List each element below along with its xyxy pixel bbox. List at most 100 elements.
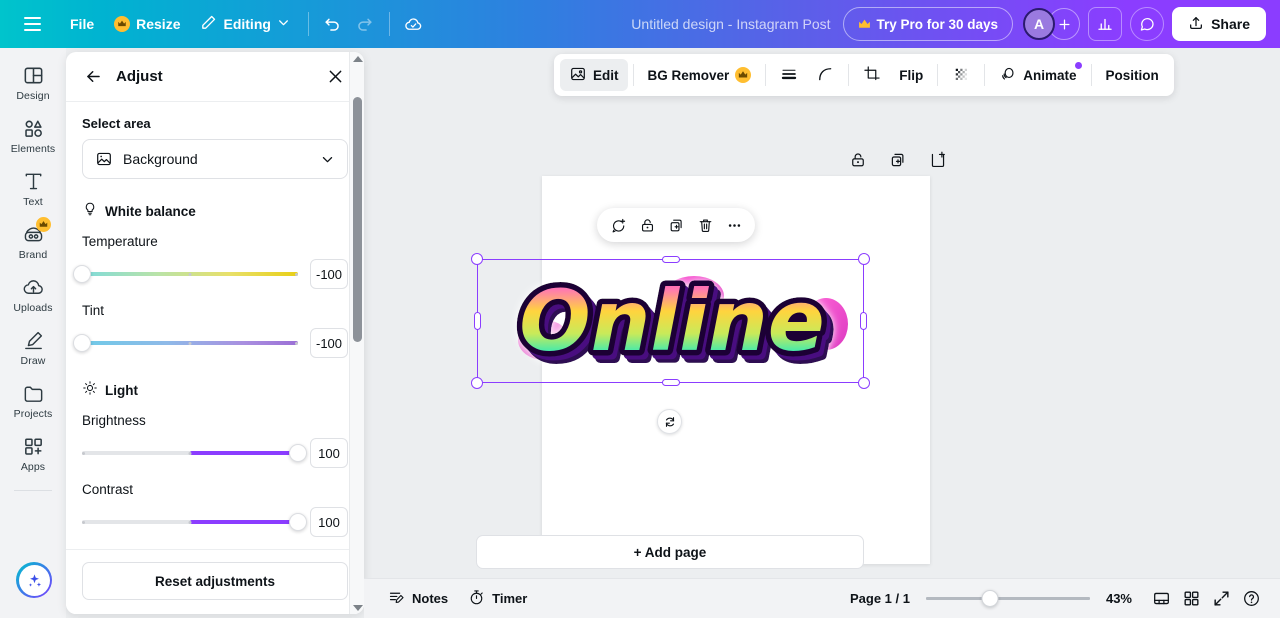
slider-fill xyxy=(190,451,298,455)
slider-fill xyxy=(190,520,298,524)
flip-button[interactable]: Flip xyxy=(890,59,932,91)
editing-mode-button[interactable]: Editing xyxy=(190,8,299,40)
sidebar-item-apps[interactable]: Apps xyxy=(2,427,64,478)
comment-add-icon[interactable] xyxy=(605,212,631,238)
edit-image-icon xyxy=(569,65,587,86)
sidebar-item-projects[interactable]: Projects xyxy=(2,374,64,425)
zoom-slider[interactable] xyxy=(926,589,1090,609)
sidebar-item-elements[interactable]: Elements xyxy=(2,109,64,160)
resize-button[interactable]: Resize xyxy=(104,8,190,40)
sun-icon xyxy=(82,380,98,401)
resize-handle-left[interactable] xyxy=(474,312,481,330)
try-pro-button[interactable]: Try Pro for 30 days xyxy=(843,7,1014,41)
slider-value-tint[interactable]: -100 xyxy=(310,328,348,358)
select-area-dropdown[interactable]: Background xyxy=(82,139,348,179)
avatar[interactable]: A xyxy=(1023,8,1055,40)
fullscreen-icon[interactable] xyxy=(1206,584,1236,614)
share-label: Share xyxy=(1211,16,1250,32)
projects-icon xyxy=(20,380,46,406)
rotate-icon[interactable] xyxy=(657,409,682,434)
slider-knob-brightness[interactable] xyxy=(289,444,307,462)
divider xyxy=(984,64,985,86)
reset-adjustments-button[interactable]: Reset adjustments xyxy=(82,562,348,600)
resize-handle-right[interactable] xyxy=(860,312,867,330)
animate-button[interactable]: Animate xyxy=(990,59,1085,91)
hamburger-icon[interactable] xyxy=(18,10,46,38)
animate-badge-dot xyxy=(1075,62,1082,69)
lock-icon[interactable] xyxy=(634,212,660,238)
magic-sparkle-icon[interactable] xyxy=(16,562,52,598)
resize-handle-top-right[interactable] xyxy=(858,253,870,265)
slider-knob-tint[interactable] xyxy=(73,334,91,352)
cloud-saved-icon[interactable] xyxy=(398,8,430,40)
page-actions xyxy=(846,148,950,172)
sidebar-item-draw[interactable]: Draw xyxy=(2,321,64,372)
bg-remover-button[interactable]: BG Remover xyxy=(639,59,761,91)
slider-knob-contrast[interactable] xyxy=(289,513,307,531)
crop-button[interactable] xyxy=(854,59,890,91)
help-icon[interactable] xyxy=(1236,584,1266,614)
redo-icon[interactable] xyxy=(349,8,381,40)
position-button[interactable]: Position xyxy=(1097,59,1168,91)
slider-brightness: Brightness 100 xyxy=(82,413,348,468)
slider-value-temperature[interactable]: -100 xyxy=(310,259,348,289)
scroll-up-arrow[interactable] xyxy=(350,52,364,65)
sidebar-item-text[interactable]: Text xyxy=(2,162,64,213)
sidebar-item-brand[interactable]: Brand xyxy=(2,215,64,266)
corner-radius-button[interactable] xyxy=(807,59,843,91)
selection-box[interactable] xyxy=(477,259,864,383)
slider-knob-temperature[interactable] xyxy=(73,265,91,283)
zoom-knob[interactable] xyxy=(981,590,998,607)
grid-view-icon[interactable] xyxy=(1146,584,1176,614)
slider-track-brightness[interactable] xyxy=(82,442,298,464)
transparency-button[interactable] xyxy=(943,59,979,91)
zoom-value[interactable]: 43% xyxy=(1106,591,1132,606)
duplicate-icon[interactable] xyxy=(663,212,689,238)
slider-track-temperature[interactable] xyxy=(82,263,298,285)
scrollbar-thumb[interactable] xyxy=(353,97,362,342)
close-icon[interactable] xyxy=(320,62,350,92)
trash-icon[interactable] xyxy=(692,212,718,238)
panel-scrollbar[interactable] xyxy=(349,52,364,614)
slider-track-contrast[interactable] xyxy=(82,511,298,533)
edit-label: Edit xyxy=(593,68,619,83)
resize-handle-bottom-left[interactable] xyxy=(471,377,483,389)
file-menu-button[interactable]: File xyxy=(60,8,104,40)
resize-handle-top-left[interactable] xyxy=(471,253,483,265)
share-button[interactable]: Share xyxy=(1172,7,1266,41)
add-page-button[interactable]: + Add page xyxy=(476,535,864,569)
comment-icon[interactable] xyxy=(1130,7,1164,41)
edit-image-button[interactable]: Edit xyxy=(560,59,628,91)
add-page-icon[interactable] xyxy=(926,148,950,172)
pages-view-icon[interactable] xyxy=(1176,584,1206,614)
slider-label: Contrast xyxy=(82,482,348,497)
sidebar-item-uploads[interactable]: Uploads xyxy=(2,268,64,319)
sidebar-item-design[interactable]: Design xyxy=(2,56,64,107)
sidebar-item-label: Apps xyxy=(21,461,45,473)
file-menu-label: File xyxy=(70,16,94,32)
slider-label: Brightness xyxy=(82,413,348,428)
timer-button[interactable]: Timer xyxy=(458,585,537,613)
line-style-button[interactable] xyxy=(771,59,807,91)
resize-handle-bottom[interactable] xyxy=(662,379,680,386)
undo-icon[interactable] xyxy=(317,8,349,40)
resize-handle-top[interactable] xyxy=(662,256,680,263)
slider-value-contrast[interactable]: 100 xyxy=(310,507,348,537)
lock-icon[interactable] xyxy=(846,148,870,172)
notes-button[interactable]: Notes xyxy=(378,585,458,613)
magic-sparkle-inner xyxy=(19,565,50,596)
more-options-icon[interactable] xyxy=(721,212,747,238)
slider-label: Temperature xyxy=(82,234,348,249)
slider-contrast: Contrast 100 xyxy=(82,482,348,537)
brand-icon xyxy=(20,221,46,247)
scroll-down-arrow[interactable] xyxy=(350,601,364,614)
duplicate-page-icon[interactable] xyxy=(886,148,910,172)
insights-icon[interactable] xyxy=(1088,7,1122,41)
arrow-left-icon[interactable] xyxy=(78,62,108,92)
corner-radius-icon xyxy=(816,65,834,86)
slider-track-tint[interactable] xyxy=(82,332,298,354)
document-title[interactable]: Untitled design - Instagram Post xyxy=(619,16,842,32)
slider-value-brightness[interactable]: 100 xyxy=(310,438,348,468)
top-bar: File Resize Editing xyxy=(0,0,1280,48)
resize-handle-bottom-right[interactable] xyxy=(858,377,870,389)
